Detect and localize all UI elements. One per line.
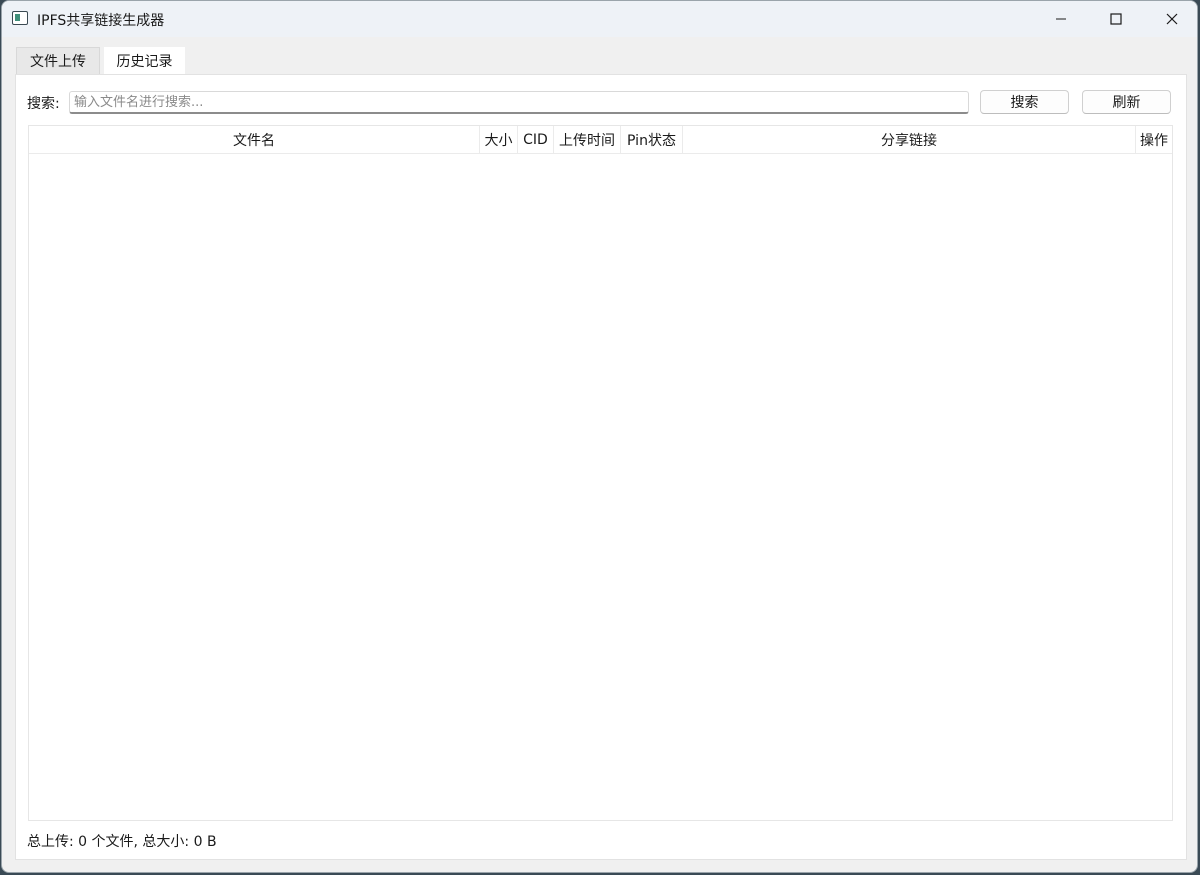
title-bar[interactable]: IPFS共享链接生成器	[2, 1, 1197, 37]
window-title: IPFS共享链接生成器	[37, 13, 165, 29]
column-header-size[interactable]: 大小	[480, 126, 518, 153]
column-header-upload-time[interactable]: 上传时间	[554, 126, 621, 153]
minimize-button[interactable]	[1033, 1, 1089, 37]
history-panel: 搜索: 搜索 刷新 文件名 大小 CID 上传时间 Pin状态 分享链接 操作 …	[15, 74, 1187, 860]
app-window: IPFS共享链接生成器 文件上传 历史记录 搜索: 搜索 刷新	[1, 0, 1198, 873]
table-header: 文件名 大小 CID 上传时间 Pin状态 分享链接 操作	[29, 126, 1172, 154]
app-window-icon	[12, 11, 28, 25]
minimize-icon	[1056, 18, 1066, 20]
tab-file-upload[interactable]: 文件上传	[16, 47, 100, 74]
column-header-cid[interactable]: CID	[518, 126, 554, 153]
maximize-icon	[1110, 13, 1122, 25]
refresh-button[interactable]: 刷新	[1082, 90, 1171, 114]
column-header-pin-status[interactable]: Pin状态	[621, 126, 683, 153]
search-button[interactable]: 搜索	[980, 90, 1069, 114]
column-header-actions[interactable]: 操作	[1136, 126, 1172, 153]
search-label: 搜索:	[27, 96, 60, 112]
close-button[interactable]	[1144, 1, 1197, 37]
search-input[interactable]	[69, 91, 969, 114]
status-summary: 总上传: 0 个文件, 总大小: 0 B	[27, 834, 217, 850]
column-header-share-link[interactable]: 分享链接	[683, 126, 1136, 153]
tab-history[interactable]: 历史记录	[104, 47, 185, 75]
column-header-filename[interactable]: 文件名	[29, 126, 480, 153]
close-icon	[1166, 13, 1178, 25]
history-table: 文件名 大小 CID 上传时间 Pin状态 分享链接 操作	[28, 125, 1173, 821]
maximize-button[interactable]	[1088, 1, 1144, 37]
